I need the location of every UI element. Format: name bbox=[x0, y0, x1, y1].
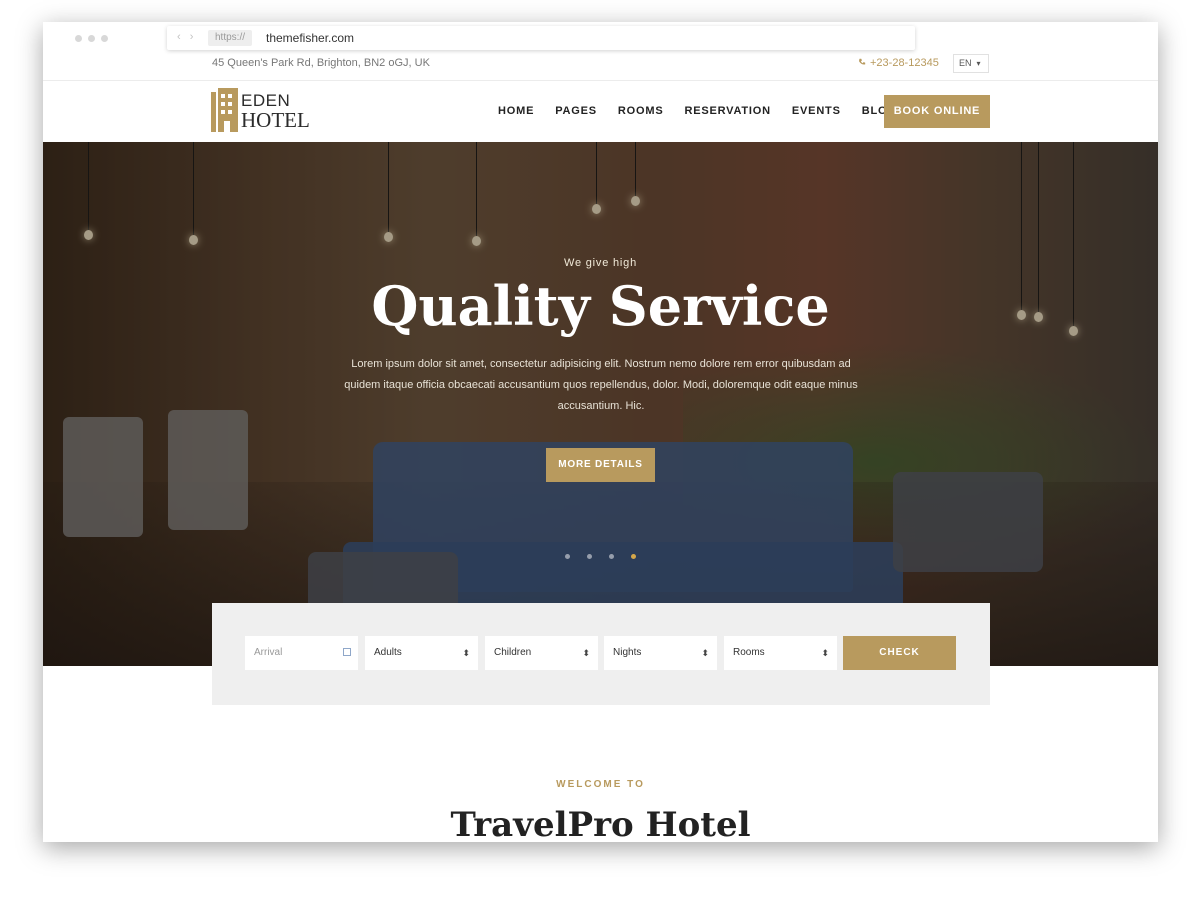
slider-dot[interactable] bbox=[587, 554, 592, 559]
calendar-icon bbox=[343, 648, 351, 656]
building-icon bbox=[211, 88, 238, 132]
hero-title: Quality Service bbox=[371, 274, 830, 338]
phone-icon bbox=[859, 58, 866, 65]
main-menu: HOME PAGES ROOMS RESERVATION EVENTS BLOG bbox=[498, 105, 918, 117]
adults-value: Adults bbox=[374, 647, 402, 658]
menu-item-home[interactable]: HOME bbox=[498, 105, 534, 117]
browser-chrome: ‹ › https:// themefisher.com bbox=[43, 22, 1158, 56]
nights-select[interactable]: Nights ⬍ bbox=[604, 636, 717, 670]
hero-text: Lorem ipsum dolor sit amet, consectetur … bbox=[344, 358, 858, 412]
logo-line-2: HOTEL bbox=[241, 108, 310, 132]
chevron-down-icon: ▾ bbox=[976, 59, 981, 68]
booking-form: Arrival Adults ⬍ Children ⬍ Nights ⬍ Roo… bbox=[212, 603, 990, 705]
site-header: EDEN HOTEL HOME PAGES ROOMS RESERVATION … bbox=[43, 81, 1158, 142]
sort-arrows-icon: ⬍ bbox=[462, 648, 470, 658]
nights-value: Nights bbox=[613, 647, 642, 658]
check-button[interactable]: CHECK bbox=[843, 636, 956, 670]
top-info-bar: 45 Queen's Park Rd, Brighton, BN2 oGJ, U… bbox=[43, 54, 1158, 81]
slider-dot[interactable] bbox=[565, 554, 570, 559]
menu-item-reservation[interactable]: RESERVATION bbox=[684, 105, 770, 117]
logo-line-1: EDEN bbox=[241, 91, 291, 110]
phone-link[interactable]: +23-28-12345 bbox=[858, 57, 939, 69]
hotel-address: 45 Queen's Park Rd, Brighton, BN2 oGJ, U… bbox=[212, 57, 430, 69]
arrival-date-input[interactable]: Arrival bbox=[245, 636, 358, 670]
children-select[interactable]: Children ⬍ bbox=[485, 636, 598, 670]
window-controls bbox=[75, 35, 108, 42]
language-select[interactable]: EN ▾ bbox=[953, 54, 989, 73]
address-bar[interactable]: ‹ › https:// themefisher.com bbox=[167, 26, 915, 50]
children-value: Children bbox=[494, 647, 532, 658]
logo[interactable]: EDEN HOTEL bbox=[211, 88, 321, 132]
more-details-button[interactable]: MORE DETAILS bbox=[546, 448, 655, 482]
window-dot-minimize[interactable] bbox=[88, 35, 95, 42]
slider-pagination bbox=[565, 554, 636, 559]
sort-arrows-icon: ⬍ bbox=[582, 648, 590, 658]
welcome-title: TravelPro Hotel bbox=[450, 805, 751, 842]
book-online-button[interactable]: BOOK ONLINE bbox=[884, 95, 990, 128]
menu-item-events[interactable]: EVENTS bbox=[792, 105, 841, 117]
menu-item-pages[interactable]: PAGES bbox=[555, 105, 597, 117]
logo-text: EDEN HOTEL bbox=[241, 92, 310, 131]
rooms-select[interactable]: Rooms ⬍ bbox=[724, 636, 837, 670]
sort-arrows-icon: ⬍ bbox=[821, 648, 829, 658]
arrival-placeholder: Arrival bbox=[254, 647, 283, 658]
slider-dot[interactable] bbox=[609, 554, 614, 559]
slider-dot-active[interactable] bbox=[631, 554, 636, 559]
url-protocol: https:// bbox=[208, 30, 253, 46]
url-text[interactable]: themefisher.com bbox=[266, 30, 354, 46]
window-dot-close[interactable] bbox=[75, 35, 82, 42]
rooms-value: Rooms bbox=[733, 647, 765, 658]
menu-item-rooms[interactable]: ROOMS bbox=[618, 105, 664, 117]
hero-subtitle: We give high bbox=[564, 257, 637, 269]
back-forward-icon[interactable]: ‹ › bbox=[177, 31, 196, 43]
window-dot-maximize[interactable] bbox=[101, 35, 108, 42]
hero-slider: We give high Quality Service Lorem ipsum… bbox=[43, 142, 1158, 666]
browser-window: ‹ › https:// themefisher.com 45 Queen's … bbox=[43, 22, 1158, 842]
adults-select[interactable]: Adults ⬍ bbox=[365, 636, 478, 670]
welcome-eyebrow: WELCOME TO bbox=[556, 779, 645, 790]
sort-arrows-icon: ⬍ bbox=[701, 648, 709, 658]
language-value: EN bbox=[959, 58, 972, 68]
phone-number: +23-28-12345 bbox=[870, 57, 939, 69]
